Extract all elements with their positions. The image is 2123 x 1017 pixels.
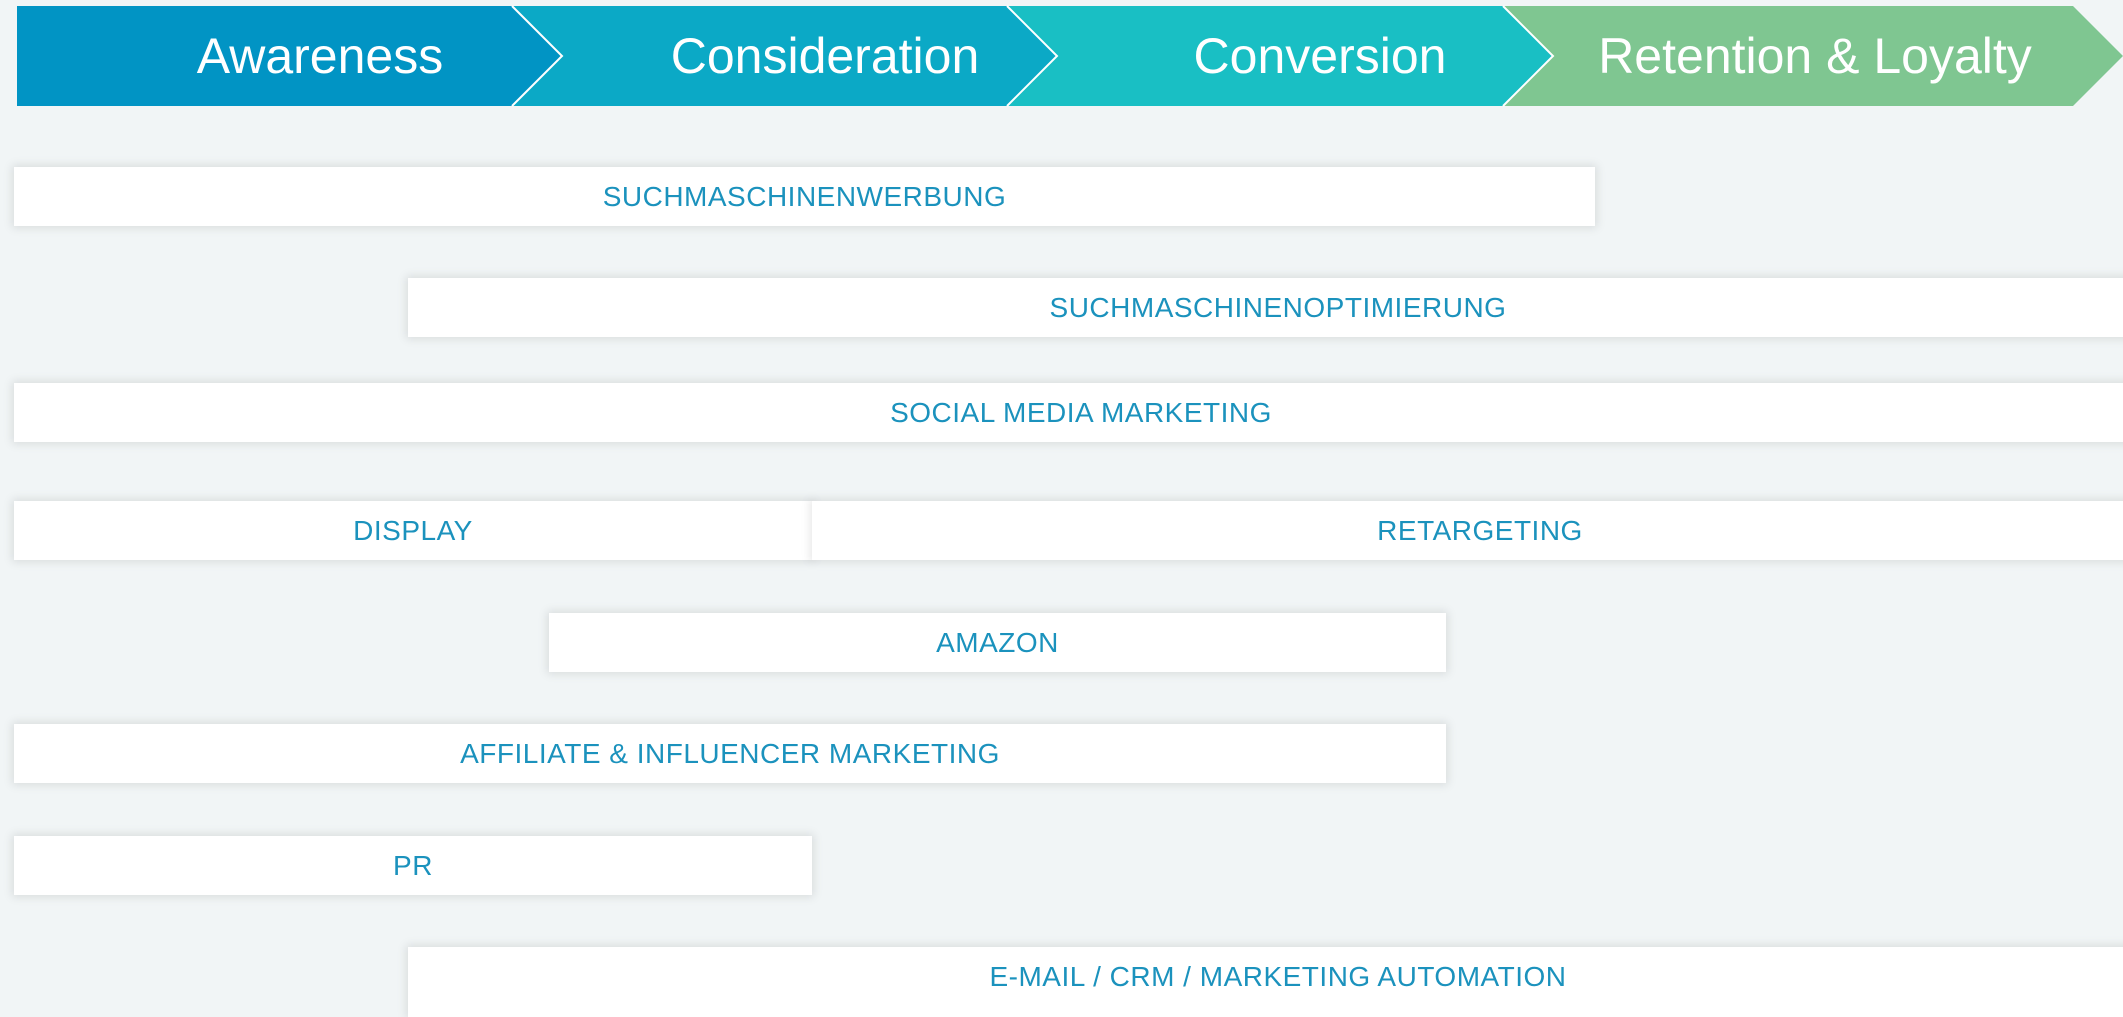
- channel-bar-retargeting: RETARGETING: [812, 501, 2123, 560]
- stage-label-conversion: Conversion: [1193, 28, 1447, 84]
- stage-label-consideration: Consideration: [670, 28, 980, 84]
- channel-bar-suchmaschinenoptimierung: SUCHMASCHINENOPTIMIERUNG: [408, 278, 2123, 337]
- channel-label: SUCHMASCHINENOPTIMIERUNG: [1049, 291, 1507, 323]
- channel-bar-affiliate-influencer-marketing: AFFILIATE & INFLUENCER MARKETING: [14, 724, 1446, 783]
- channel-label: SUCHMASCHINENWERBUNG: [602, 180, 1007, 212]
- channel-label: DISPLAY: [353, 514, 473, 546]
- funnel-stage-header: Awareness Consideration Conversion Reten…: [0, 0, 2123, 112]
- channel-bar-suchmaschinenwerbung: SUCHMASCHINENWERBUNG: [14, 167, 1595, 226]
- channel-bar-pr: PR: [14, 836, 812, 895]
- channel-label: E-MAIL / CRM / MARKETING AUTOMATION: [989, 960, 1567, 992]
- channel-bar-email-crm-marketing-automation: E-MAIL / CRM / MARKETING AUTOMATION: [408, 947, 2123, 1017]
- channel-label: AMAZON: [936, 626, 1059, 658]
- channel-label: PR: [393, 849, 433, 881]
- channel-label: SOCIAL MEDIA MARKETING: [890, 396, 1272, 428]
- channel-label: RETARGETING: [1377, 514, 1583, 546]
- channel-bar-amazon: AMAZON: [549, 613, 1446, 672]
- channel-label: AFFILIATE & INFLUENCER MARKETING: [460, 737, 1000, 769]
- stage-label-retention: Retention & Loyalty: [1598, 28, 2032, 84]
- channel-bar-social-media-marketing: SOCIAL MEDIA MARKETING: [14, 383, 2123, 442]
- channel-bar-display: DISPLAY: [14, 501, 812, 560]
- stage-label-awareness: Awareness: [196, 28, 444, 84]
